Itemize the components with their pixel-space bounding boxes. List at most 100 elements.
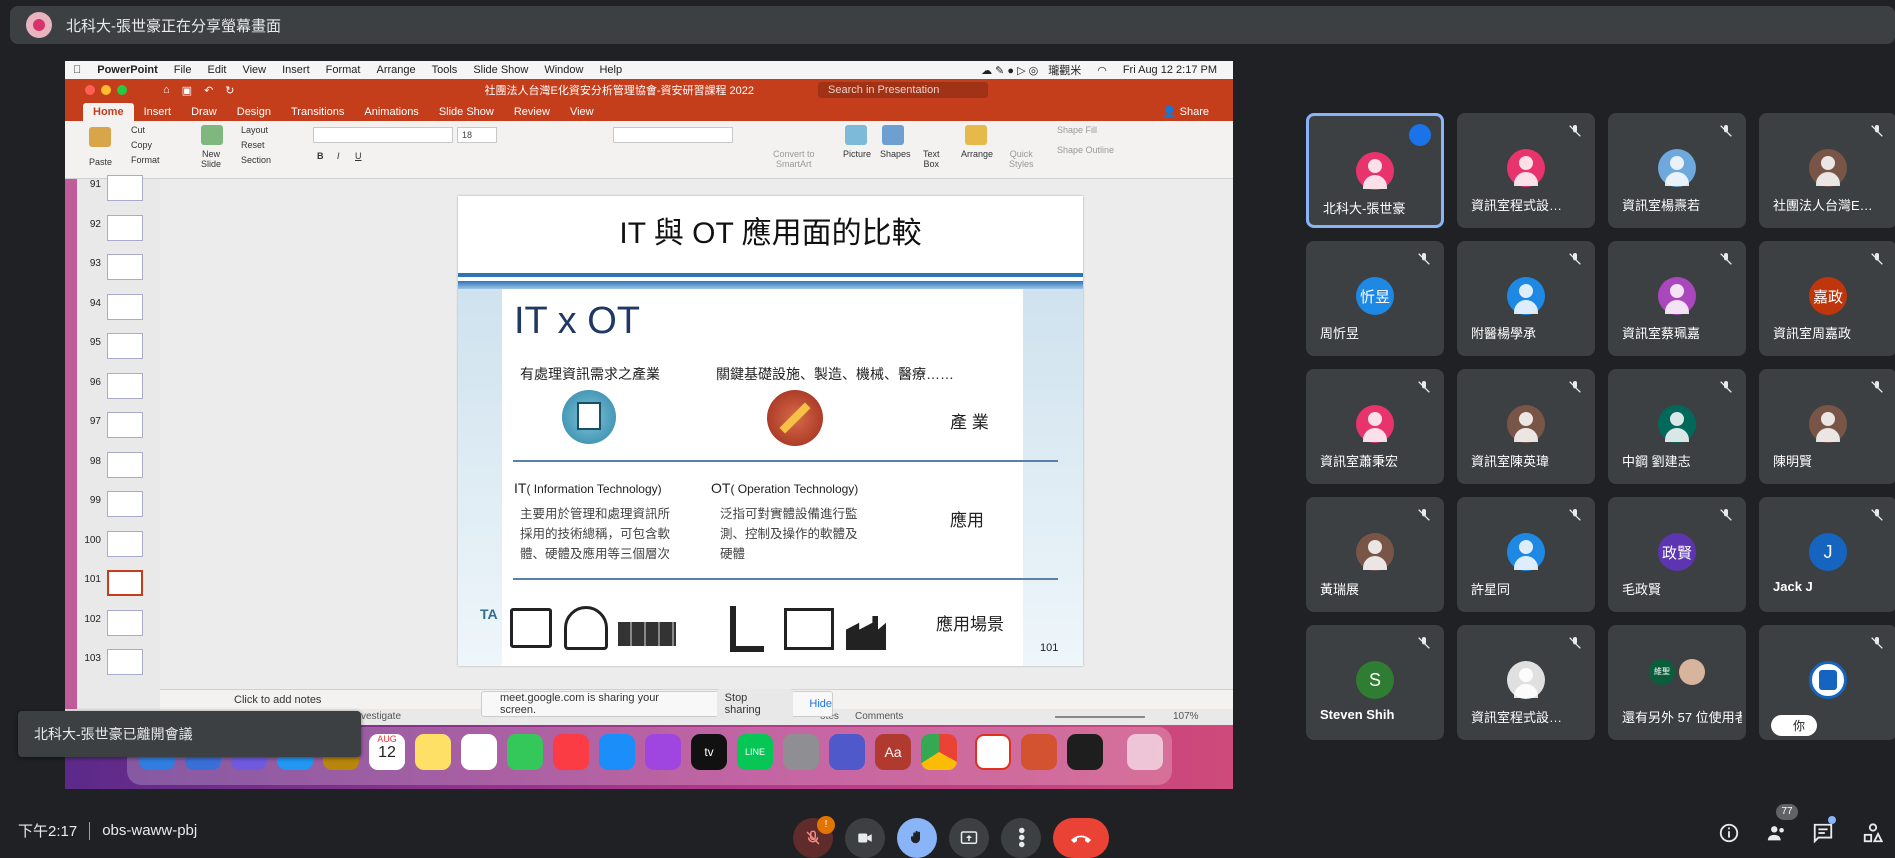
hide-button[interactable]: Hide	[809, 698, 832, 710]
participant-tile[interactable]: 忻昱 周忻昱	[1306, 241, 1444, 356]
font-size-select[interactable]: 18	[457, 127, 497, 143]
people-icon[interactable]	[1762, 818, 1792, 848]
textbox-label[interactable]: Text Box	[923, 149, 940, 169]
participant-tile[interactable]: 北科大-張世豪	[1306, 113, 1444, 228]
shape-fill-button[interactable]: Shape Fill	[1057, 125, 1097, 135]
slide-thumbnail[interactable]: 91	[77, 175, 160, 215]
more-options-button[interactable]: •••	[1001, 818, 1041, 858]
stop-sharing-button[interactable]: Stop sharing	[716, 689, 794, 719]
participant-tile[interactable]: 資訊室程式設…	[1457, 113, 1595, 228]
minimize-window-icon[interactable]	[101, 85, 111, 95]
activities-icon[interactable]	[1858, 818, 1888, 848]
tab-animations[interactable]: Animations	[354, 103, 428, 121]
slide-thumbnail-image[interactable]	[107, 530, 143, 557]
camera-toggle-button[interactable]	[845, 818, 885, 858]
slide-thumbnail[interactable]: 100	[77, 530, 160, 571]
redo-icon[interactable]: ↻	[225, 84, 234, 97]
slide-thumbnail[interactable]: 96	[77, 372, 160, 413]
undo-icon[interactable]: ↶	[204, 84, 213, 97]
raise-hand-button[interactable]	[897, 818, 937, 858]
chrome-icon[interactable]	[921, 734, 957, 770]
slide-thumbnail[interactable]: 102	[77, 609, 160, 650]
calendar-icon[interactable]: AUG 12	[369, 734, 405, 770]
menu-format[interactable]: Format	[326, 64, 361, 76]
list-buttons[interactable]	[613, 127, 733, 143]
slide-thumbnail[interactable]: 95	[77, 333, 160, 373]
participant-tile[interactable]: J Jack J	[1759, 497, 1895, 612]
messages-icon[interactable]	[507, 734, 543, 770]
slide-thumbnail[interactable]: 99	[77, 491, 160, 531]
tab-home[interactable]: Home	[83, 103, 134, 121]
new-slide-icon[interactable]	[201, 125, 223, 145]
participant-tile[interactable]: 資訊室蕭秉宏	[1306, 369, 1444, 484]
participant-tile[interactable]: S Steven Shih	[1306, 625, 1444, 740]
apple-tv-icon[interactable]: tv	[691, 734, 727, 770]
menu-arrange[interactable]: Arrange	[376, 64, 415, 76]
participant-tile[interactable]: 中鋼 劉建志	[1608, 369, 1746, 484]
slide-thumbnail[interactable]: 92	[77, 214, 160, 255]
tab-slideshow[interactable]: Slide Show	[429, 103, 504, 121]
slide-thumbnail-image[interactable]	[107, 570, 143, 596]
current-slide[interactable]: IT 與 OT 應用面的比較 IT x OT 有處理資訊需求之產業 關鍵基礎設施…	[458, 196, 1083, 666]
close-window-icon[interactable]	[85, 85, 95, 95]
slide-thumbnail[interactable]: 98	[77, 451, 160, 492]
slide-thumbnail-image[interactable]	[107, 451, 143, 478]
menubar-user-label[interactable]: 瓏觀米	[1048, 62, 1081, 78]
new-slide-label[interactable]: New Slide	[201, 149, 221, 169]
slide-thumbnail-image[interactable]	[107, 254, 143, 280]
section-button[interactable]: Section	[241, 155, 271, 165]
participant-tile[interactable]: 黃瑞展	[1306, 497, 1444, 612]
zoom-window-icon[interactable]	[117, 85, 127, 95]
menu-edit[interactable]: Edit	[208, 64, 227, 76]
arrange-icon[interactable]	[965, 125, 987, 145]
wifi-icon[interactable]: ◠	[1097, 64, 1107, 77]
underline-button[interactable]: U	[355, 151, 362, 161]
line-app-icon[interactable]: LINE	[737, 734, 773, 770]
music-icon[interactable]	[553, 734, 589, 770]
convert-smartart-label[interactable]: Convert to SmartArt	[773, 149, 815, 169]
participant-tile[interactable]: 嘉政 資訊室周嘉政	[1759, 241, 1895, 356]
slide-thumbnail-image[interactable]	[107, 491, 143, 517]
picture-label[interactable]: Picture	[843, 149, 871, 159]
reset-button[interactable]: Reset	[241, 140, 265, 150]
menu-tools[interactable]: Tools	[432, 64, 458, 76]
participant-tile[interactable]: 附醫楊學承	[1457, 241, 1595, 356]
copy-button[interactable]: Copy	[131, 140, 152, 150]
search-presentation-input[interactable]: Search in Presentation	[818, 82, 989, 98]
menu-file[interactable]: File	[174, 64, 192, 76]
slide-thumbnail-image[interactable]	[107, 649, 143, 675]
slide-thumbnail-image[interactable]	[107, 372, 143, 399]
meeting-info-icon[interactable]	[1714, 818, 1744, 848]
layout-button[interactable]: Layout	[241, 125, 268, 135]
cut-button[interactable]: Cut	[131, 125, 145, 135]
zoom-slider[interactable]	[1055, 716, 1145, 718]
participant-tile[interactable]: 資訊室楊燾若	[1608, 113, 1746, 228]
participant-tile[interactable]: 許星同	[1457, 497, 1595, 612]
meeting-code[interactable]: obs-waww-pbj	[102, 822, 197, 839]
app-store-icon[interactable]	[599, 734, 635, 770]
slide-thumbnail-image[interactable]	[107, 333, 143, 359]
trash-icon[interactable]	[1127, 734, 1163, 770]
slide-thumbnail-image[interactable]	[107, 175, 143, 201]
shapes-label[interactable]: Shapes	[880, 149, 911, 159]
reminders-icon[interactable]	[461, 734, 497, 770]
acrobat-icon[interactable]	[975, 734, 1011, 770]
slide-thumbnail[interactable]: 101	[77, 570, 160, 610]
menu-slideshow[interactable]: Slide Show	[473, 64, 528, 76]
shapes-icon[interactable]	[882, 125, 904, 145]
comments-toggle[interactable]: Comments	[855, 711, 903, 722]
tab-draw[interactable]: Draw	[181, 103, 227, 121]
home-icon[interactable]: ⌂	[163, 84, 170, 96]
zoom-level[interactable]: 107%	[1173, 711, 1199, 722]
podcasts-icon[interactable]	[645, 734, 681, 770]
powerpoint-icon[interactable]	[1021, 734, 1057, 770]
participant-tile[interactable]: 陳明賢	[1759, 369, 1895, 484]
quick-styles-label[interactable]: Quick Styles	[1009, 149, 1034, 169]
menu-insert[interactable]: Insert	[282, 64, 310, 76]
tab-insert[interactable]: Insert	[134, 103, 182, 121]
system-preferences-icon[interactable]	[783, 734, 819, 770]
picture-icon[interactable]	[845, 125, 867, 145]
participant-tile[interactable]: 維聖 還有另外 57 位使用者	[1608, 625, 1746, 740]
participant-tile[interactable]: 社團法人台灣E…	[1759, 113, 1895, 228]
menu-app-name[interactable]: PowerPoint	[97, 64, 158, 76]
